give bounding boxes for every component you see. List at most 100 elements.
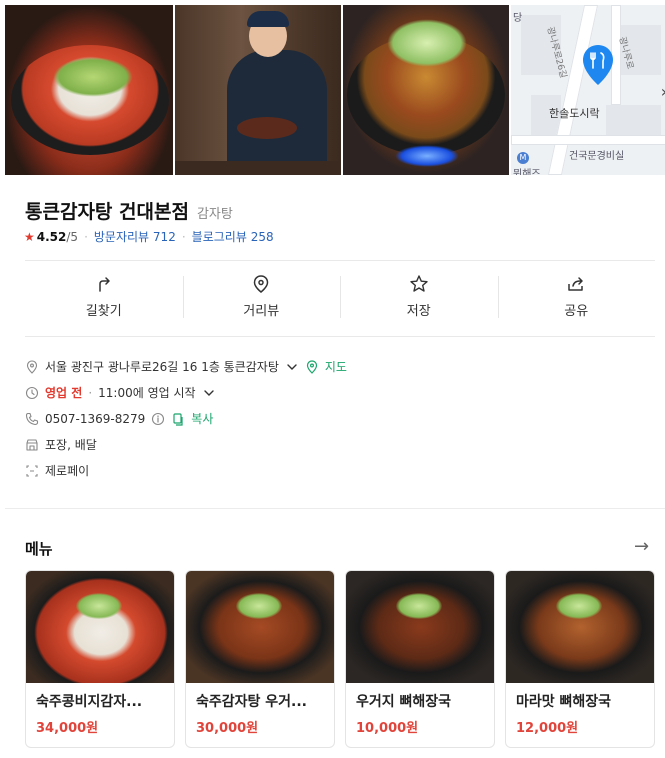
- rating-total: /5: [66, 229, 79, 244]
- menu-item-price: 34,000원: [36, 721, 99, 736]
- green-onion-topping: [53, 57, 133, 97]
- menu-section-title: 메뉴: [25, 540, 53, 558]
- blog-review-label: 블로그리뷰: [191, 230, 247, 244]
- options-row: 포장, 배달: [25, 436, 97, 453]
- subway-icon: M: [517, 152, 529, 164]
- menu-card-list: 숙주콩비지감자... 34,000원 숙주감자탕 우거... 30,000원 우…: [25, 570, 655, 748]
- address-text: 서울 광진구 광나루로26길 16 1층 통큰감자탕: [45, 360, 279, 374]
- menu-card[interactable]: 우거지 뼈해장국 10,000원: [345, 570, 495, 748]
- map-link[interactable]: 지도: [325, 358, 347, 375]
- directions-label: 길찾기: [85, 303, 122, 319]
- options-text: 포장, 배달: [45, 438, 97, 452]
- street-view-label: 거리뷰: [243, 303, 280, 319]
- map-pin-icon: [583, 45, 613, 85]
- map-road: [511, 135, 665, 145]
- menu-item-image: [26, 571, 174, 683]
- menu-item-image: [346, 571, 494, 683]
- copy-icon: [173, 412, 183, 426]
- location-pin-icon: [253, 274, 269, 293]
- share-label: 공유: [564, 303, 589, 319]
- menu-item-price: 30,000원: [196, 721, 259, 736]
- store-icon: [26, 438, 38, 451]
- green-onion-topping: [556, 593, 602, 619]
- menu-card[interactable]: 숙주감자탕 우거... 30,000원: [185, 570, 335, 748]
- save-label: 저장: [406, 303, 431, 319]
- menu-item-price: 12,000원: [516, 721, 579, 736]
- save-button[interactable]: 저장: [340, 262, 498, 330]
- green-onion-topping: [396, 593, 442, 619]
- map-place-label: 한솔도시락: [549, 107, 600, 120]
- info-icon[interactable]: [151, 412, 165, 426]
- visitor-review-link[interactable]: 방문자리뷰 712: [94, 228, 176, 245]
- chef-figure: [227, 50, 327, 175]
- green-onion-topping: [387, 19, 467, 67]
- street-view-button[interactable]: 거리뷰: [182, 262, 341, 330]
- map-top-label: 당: [513, 13, 523, 24]
- rating-value: 4.52: [36, 229, 67, 244]
- hours-status: 영업 전: [45, 386, 83, 400]
- separator-dot: ·: [84, 229, 88, 244]
- map-pin-green-icon: [306, 359, 317, 374]
- directions-button[interactable]: 길찾기: [25, 262, 183, 330]
- payment-icon: [26, 464, 38, 477]
- blog-review-link[interactable]: 블로그리뷰 258: [192, 228, 274, 245]
- action-bar: 길찾기 거리뷰 저장 공유: [25, 262, 655, 330]
- green-onion-topping: [236, 593, 282, 619]
- menu-more-arrow-icon[interactable]: →: [634, 538, 649, 556]
- place-title-row: 통큰감자탕 건대본점 감자탕: [25, 197, 233, 224]
- hours-row: 영업 전 · 11:00에 영업 시작: [25, 384, 216, 401]
- chef-dish: [237, 117, 297, 139]
- menu-item-image: [506, 571, 654, 683]
- directions-icon: [99, 276, 110, 292]
- blog-review-count: 258: [250, 230, 274, 244]
- location-pin-icon: [26, 359, 38, 374]
- map-landmark-label: 건국문경비실: [569, 151, 625, 162]
- map-block: [606, 105, 661, 135]
- place-name: 통큰감자탕 건대본점: [25, 201, 189, 223]
- chevron-down-icon[interactable]: [202, 386, 216, 400]
- separator-dot: ·: [181, 229, 186, 244]
- chevron-down-icon[interactable]: [285, 360, 299, 374]
- menu-item-name: 숙주콩비지감자...: [36, 694, 143, 710]
- clock-icon: [25, 386, 39, 399]
- phone-icon: [25, 412, 39, 425]
- photo-gamjatang-pot[interactable]: [343, 5, 509, 175]
- visitor-review-label: 방문자리뷰: [93, 230, 150, 244]
- menu-card[interactable]: 마라맛 뼈해장국 12,000원: [505, 570, 655, 748]
- copy-phone-button[interactable]: 복사: [191, 410, 213, 427]
- phone-row: 0507-1369-8279 복사: [25, 410, 213, 427]
- photo-strip: 당 광나루로26길 광나루로 한솔도시락 건국문경비실 M 뮈해즈 ›: [5, 5, 665, 175]
- green-onion-topping: [76, 593, 122, 619]
- section-divider: [5, 508, 665, 509]
- menu-item-price: 10,000원: [356, 721, 419, 736]
- burner-flame: [395, 145, 459, 167]
- separator-dot: ·: [88, 385, 93, 400]
- divider: [25, 336, 655, 337]
- chef-cap: [247, 11, 289, 27]
- divider: [25, 260, 655, 261]
- menu-item-name: 우거지 뼈해장국: [356, 694, 452, 710]
- map-station-label: 뮈해즈: [513, 169, 541, 175]
- payment-text: 제로페이: [45, 464, 90, 478]
- hours-detail: 11:00에 영업 시작: [98, 386, 196, 400]
- photo-next-arrow-icon[interactable]: ›: [657, 77, 665, 107]
- rating-review-row: ★ 4.52 /5 · 방문자리뷰 712 · 블로그리뷰 258: [24, 228, 274, 245]
- share-button[interactable]: 공유: [497, 262, 656, 330]
- share-icon: [568, 276, 583, 291]
- photo-floor: [175, 161, 341, 175]
- photo-kongbiji-gamjatang[interactable]: [5, 5, 173, 175]
- phone-number: 0507-1369-8279: [45, 411, 146, 426]
- visitor-review-count: 712: [152, 230, 176, 244]
- address-row: 서울 광진구 광나루로26길 16 1층 통큰감자탕 지도: [25, 358, 347, 375]
- place-detail-panel: 당 광나루로26길 광나루로 한솔도시락 건국문경비실 M 뮈해즈 › 통큰감자…: [0, 0, 665, 758]
- star-icon: [410, 274, 428, 292]
- menu-item-name: 숙주감자탕 우거...: [196, 694, 307, 710]
- photo-chef[interactable]: [175, 5, 341, 175]
- star-rating-icon: ★: [24, 229, 35, 244]
- menu-item-image: [186, 571, 334, 683]
- payment-row: 제로페이: [25, 462, 89, 479]
- place-category: 감자탕: [196, 207, 233, 222]
- map-thumbnail[interactable]: 당 광나루로26길 광나루로 한솔도시락 건국문경비실 M 뮈해즈 ›: [511, 5, 665, 175]
- menu-card[interactable]: 숙주콩비지감자... 34,000원: [25, 570, 175, 748]
- menu-item-name: 마라맛 뼈해장국: [516, 694, 612, 710]
